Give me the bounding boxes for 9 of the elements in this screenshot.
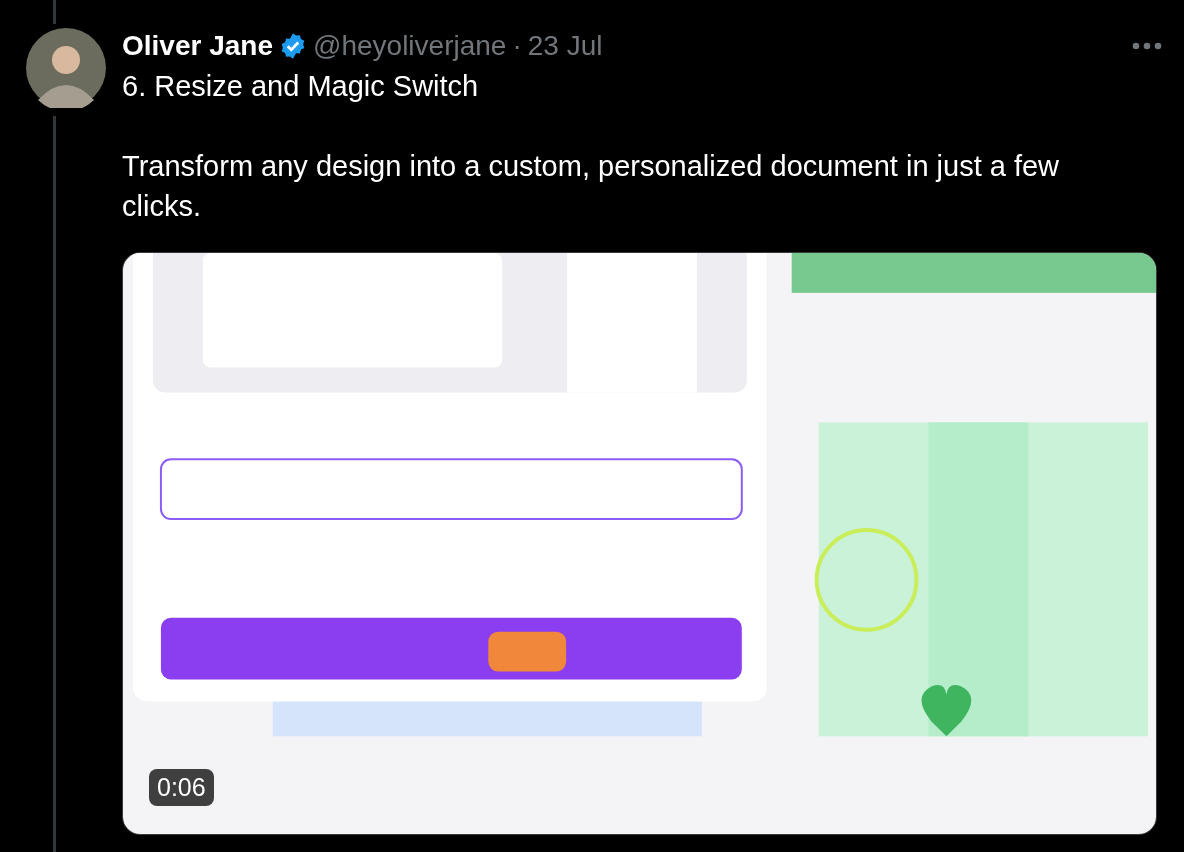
post-text: 6. Resize and Magic Switch: [122, 69, 480, 104]
author-handle[interactable]: @heyoliverjane: [313, 30, 507, 62]
post-text: Transform any design into a custom, personalized document in just a few clicks.: [122, 149, 1061, 224]
avatar[interactable]: [26, 28, 106, 108]
more-options-icon[interactable]: [1132, 42, 1162, 50]
author-name[interactable]: Oliver Jane: [122, 30, 273, 62]
video-duration: 0:06: [149, 769, 214, 806]
post-date[interactable]: 23 Jul: [527, 30, 603, 62]
separator-dot: ·: [512, 30, 522, 62]
